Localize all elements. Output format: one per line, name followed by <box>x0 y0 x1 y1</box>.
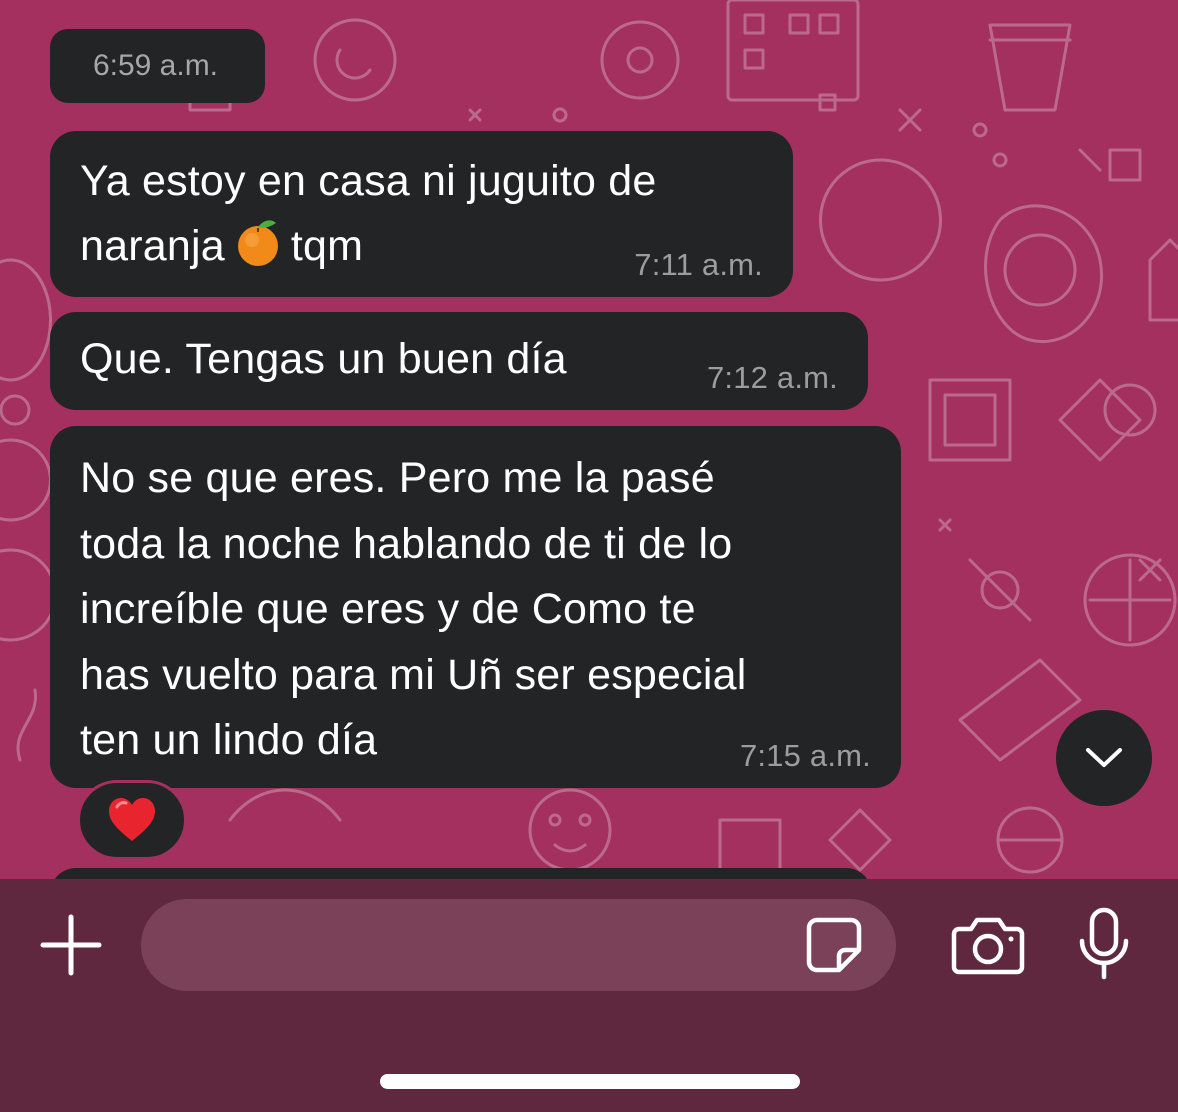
chevron-down-icon <box>1086 748 1122 767</box>
message-time: 7:15 a.m. <box>739 738 871 773</box>
sticker-icon <box>806 917 862 973</box>
message-bubble[interactable]: No se que eres. Pero me la pasé toda la … <box>50 426 901 788</box>
scroll-down-button[interactable] <box>1056 710 1152 806</box>
attach-button[interactable] <box>36 910 106 980</box>
camera-button[interactable] <box>950 913 1026 977</box>
date-chip: 6:59 a.m. <box>50 29 265 103</box>
camera-icon <box>951 917 1025 975</box>
message-bubble[interactable]: Que. Tengas un buen día 7:12 a.m. <box>50 312 868 410</box>
heart-reaction[interactable] <box>77 780 187 860</box>
message-text-part: tqm <box>290 222 364 270</box>
chat-wallpaper: 6:59 a.m. Ya estoy en casa ni juguito de… <box>0 0 1178 880</box>
plus-icon <box>40 914 102 976</box>
orange-emoji-icon <box>237 220 278 266</box>
home-indicator[interactable] <box>380 1074 800 1089</box>
microphone-button[interactable] <box>1076 906 1132 982</box>
microphone-icon <box>1079 907 1129 980</box>
message-input[interactable] <box>141 899 896 991</box>
message-time: 7:11 a.m. <box>634 247 763 282</box>
message-time: 7:12 a.m. <box>706 360 838 395</box>
sticker-button[interactable] <box>804 915 864 975</box>
red-heart-icon <box>109 798 155 841</box>
message-text-part: Ya estoy en casa ni juguito de naranja <box>80 157 657 270</box>
message-bubble[interactable]: Ya estoy en casa ni juguito de naranja tq… <box>50 131 793 297</box>
message-text: No se que eres. Pero me la pasé toda la … <box>80 454 747 764</box>
